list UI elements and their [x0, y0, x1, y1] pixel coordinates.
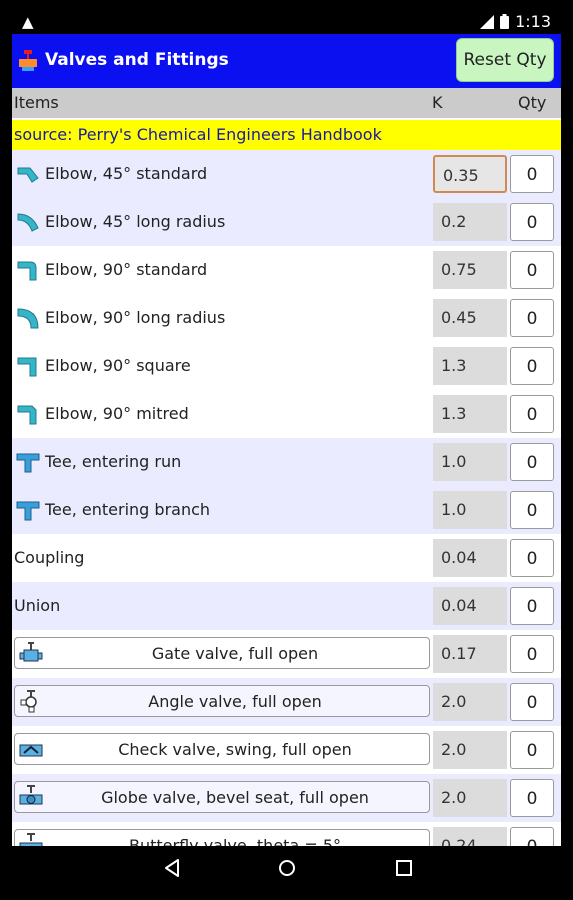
row-angle-valve: Angle valve, full open 2.0 0 — [12, 678, 561, 726]
valve-label: Gate valve, full open — [151, 644, 319, 663]
elbow-90-long-icon — [17, 308, 39, 329]
qty-field[interactable]: 0 — [510, 683, 554, 721]
tee-branch-icon — [16, 501, 40, 521]
app-screen: ▲ 1:13 Valves and Fittings Reset Qty Ite… — [12, 10, 561, 890]
app-bar: Valves and Fittings Reset Qty — [12, 34, 561, 96]
check-valve-button[interactable]: Check valve, swing, full open — [14, 733, 430, 765]
elbow-45-icon — [17, 167, 39, 183]
item-label: Elbow, 45° standard — [45, 164, 208, 183]
elbow-90-mitred-icon — [17, 405, 37, 425]
qty-field[interactable]: 0 — [510, 491, 554, 529]
k-value-field[interactable]: 0.04 — [433, 539, 507, 577]
row-tee-entering-branch: Tee, entering branch 1.0 0 — [12, 486, 561, 534]
item-label: Elbow, 90° square — [45, 356, 191, 375]
k-value-field[interactable]: 2.0 — [433, 731, 507, 769]
qty-field[interactable]: 0 — [510, 203, 554, 241]
qty-field[interactable]: 0 — [510, 299, 554, 337]
item-label: Tee, entering run — [45, 452, 182, 471]
row-check-valve: Check valve, swing, full open 2.0 0 — [12, 726, 561, 774]
item-label: Elbow, 90° standard — [45, 260, 208, 279]
status-bar: ▲ 1:13 — [12, 10, 561, 34]
row-elbow-45-standard: Elbow, 45° standard 0.35 0 — [12, 150, 561, 198]
k-value-field[interactable]: 2.0 — [433, 683, 507, 721]
k-value-field[interactable]: 0.2 — [433, 203, 507, 241]
qty-field[interactable]: 0 — [510, 251, 554, 289]
item-label: Tee, entering branch — [45, 500, 211, 519]
check-valve-icon — [19, 744, 43, 757]
row-union: Union 0.04 0 — [12, 582, 561, 630]
source-text: source: Perry's Chemical Engineers Handb… — [14, 125, 382, 144]
status-time: 1:13 — [515, 12, 551, 31]
item-label: Elbow, 45° long radius — [45, 212, 226, 231]
navigation-bar — [12, 846, 561, 890]
row-globe-valve: Globe valve, bevel seat, full open 2.0 0 — [12, 774, 561, 822]
angle-valve-icon — [20, 690, 37, 713]
elbow-90-icon — [17, 261, 37, 281]
recents-icon[interactable] — [392, 857, 416, 879]
globe-valve-button[interactable]: Globe valve, bevel seat, full open — [14, 781, 430, 813]
k-value-field[interactable]: 0.04 — [433, 587, 507, 625]
qty-field[interactable]: 0 — [510, 635, 554, 673]
k-value-field[interactable]: 2.0 — [433, 779, 507, 817]
home-icon[interactable] — [275, 857, 299, 879]
items-header: Items — [14, 93, 59, 112]
gate-valve-button[interactable]: Gate valve, full open — [14, 637, 430, 669]
qty-header: Qty — [518, 93, 547, 112]
angle-valve-button[interactable]: Angle valve, full open — [14, 685, 430, 717]
item-label: Elbow, 90° long radius — [45, 308, 226, 327]
back-icon[interactable] — [160, 857, 184, 879]
row-tee-entering-run: Tee, entering run 1.0 0 — [12, 438, 561, 486]
row-elbow-90-standard: Elbow, 90° standard 0.75 0 — [12, 246, 561, 294]
row-elbow-90-square: Elbow, 90° square 1.3 0 — [12, 342, 561, 390]
item-label: Coupling — [14, 548, 85, 567]
row-elbow-90-long-radius: Elbow, 90° long radius 0.45 0 — [12, 294, 561, 342]
qty-field[interactable]: 0 — [510, 731, 554, 769]
tee-run-icon — [16, 453, 40, 473]
k-value-field[interactable]: 1.0 — [433, 443, 507, 481]
row-coupling: Coupling 0.04 0 — [12, 534, 561, 582]
column-header: Items K Qty — [12, 88, 561, 118]
row-gate-valve: Gate valve, full open 0.17 0 — [12, 630, 561, 678]
qty-field[interactable]: 0 — [510, 395, 554, 433]
reset-qty-button[interactable]: Reset Qty — [456, 38, 554, 82]
k-value-field[interactable]: 1.3 — [433, 395, 507, 433]
globe-valve-icon — [19, 785, 43, 805]
item-label: Elbow, 90° mitred — [45, 404, 189, 423]
k-value-field[interactable]: 0.35 — [433, 155, 507, 193]
row-elbow-90-mitred: Elbow, 90° mitred 1.3 0 — [12, 390, 561, 438]
k-value-field[interactable]: 0.17 — [433, 635, 507, 673]
row-elbow-45-long-radius: Elbow, 45° long radius 0.2 0 — [12, 198, 561, 246]
elbow-45-long-icon — [17, 213, 39, 232]
qty-field[interactable]: 0 — [510, 443, 554, 481]
qty-field[interactable]: 0 — [510, 155, 554, 193]
qty-field[interactable]: 0 — [510, 347, 554, 385]
k-header: K — [432, 93, 443, 112]
item-label: Union — [14, 596, 61, 615]
k-value-field[interactable]: 0.45 — [433, 299, 507, 337]
app-title: Valves and Fittings — [45, 50, 229, 70]
qty-field[interactable]: 0 — [510, 587, 554, 625]
warning-icon: ▲ — [22, 13, 34, 31]
k-value-field[interactable]: 1.0 — [433, 491, 507, 529]
k-value-field[interactable]: 0.75 — [433, 251, 507, 289]
valve-label: Check valve, swing, full open — [118, 740, 352, 759]
signal-icon — [480, 14, 495, 29]
qty-field[interactable]: 0 — [510, 779, 554, 817]
app-valve-icon — [19, 50, 37, 71]
source-banner: source: Perry's Chemical Engineers Handb… — [12, 120, 561, 150]
k-value-field[interactable]: 1.3 — [433, 347, 507, 385]
valve-label: Globe valve, bevel seat, full open — [101, 788, 369, 807]
qty-field[interactable]: 0 — [510, 539, 554, 577]
gate-valve-icon — [19, 642, 43, 662]
valve-label: Angle valve, full open — [148, 692, 322, 711]
elbow-90-square-icon — [17, 357, 37, 377]
battery-icon — [500, 14, 510, 29]
